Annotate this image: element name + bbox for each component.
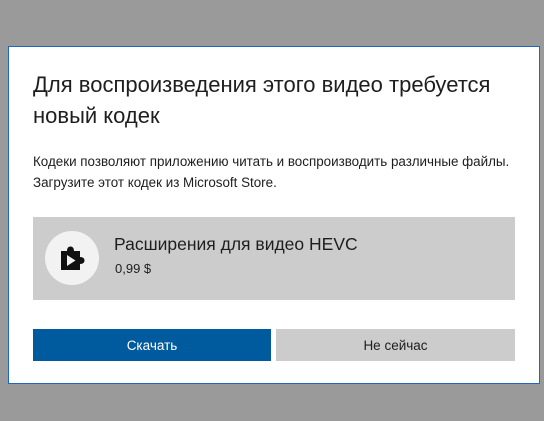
codec-dialog: Для воспроизведения этого видео требуетс… — [8, 46, 540, 384]
download-button[interactable]: Скачать — [33, 329, 271, 361]
not-now-button[interactable]: Не сейчас — [276, 329, 515, 361]
product-name: Расширения для видео HEVC — [114, 234, 358, 254]
product-icon-circle — [45, 231, 99, 285]
dialog-description: Кодеки позволяют приложению читать и вос… — [33, 154, 510, 190]
dialog-title: Для воспроизведения этого видео требуетс… — [33, 72, 491, 128]
puzzle-play-icon — [61, 246, 85, 270]
product-price: 0,99 $ — [115, 261, 152, 276]
product-card[interactable]: Расширения для видео HEVC 0,99 $ — [33, 217, 515, 300]
